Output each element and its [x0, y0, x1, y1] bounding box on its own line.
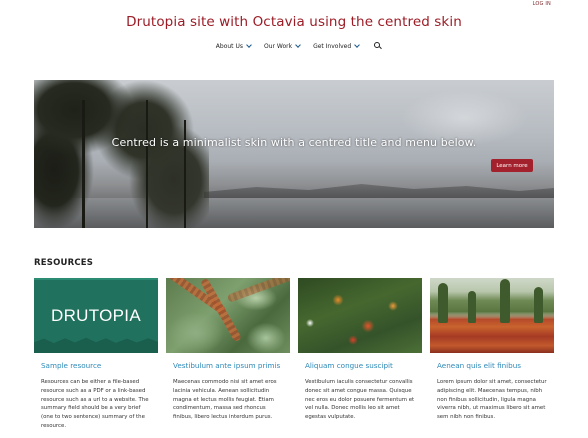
card-title-link[interactable]: Aenean quis elit finibus — [430, 361, 554, 370]
garden-tree — [438, 283, 448, 323]
garden-tree — [468, 291, 476, 323]
tree-trunk — [146, 100, 148, 228]
nav-item-label: Get Involved — [313, 42, 352, 50]
drutopia-logo-text: DRUTOPIA — [51, 306, 141, 325]
search-icon[interactable] — [374, 42, 382, 50]
hero-hills — [204, 184, 554, 200]
garden-tree — [534, 287, 543, 323]
logo-wave-shape — [34, 337, 158, 353]
resource-card[interactable]: Aenean quis elit finibus Lorem ipsum dol… — [430, 278, 554, 438]
fern-image[interactable] — [166, 278, 290, 353]
garden-tree — [500, 279, 510, 323]
chevron-down-icon — [354, 42, 361, 48]
fern-frond — [200, 278, 242, 343]
site-title[interactable]: Drutopia site with Octavia using the cen… — [0, 14, 588, 30]
card-title-link[interactable]: Vestibulum ante ipsum primis — [166, 361, 290, 370]
card-summary: Maecenas commodo nisi sit amet eros laci… — [173, 379, 277, 420]
card-title-link[interactable]: Sample resource — [34, 361, 158, 370]
nav-item-label: Our Work — [263, 42, 293, 50]
nav-item-get-involved[interactable]: Get Involved — [313, 42, 361, 50]
resource-card[interactable]: DRUTOPIA Sample resource Resources can b… — [34, 278, 158, 438]
tree-trunk — [82, 100, 85, 228]
card-summary: Vestibulum iaculis consectetur convallis… — [305, 379, 415, 420]
resource-card[interactable]: Aliquam congue suscipit Vestibulum iacul… — [298, 278, 422, 438]
chevron-down-icon — [295, 42, 301, 48]
resources-heading: RESOURCES — [34, 258, 94, 268]
garden-image[interactable] — [430, 278, 554, 353]
flowers-image[interactable] — [298, 278, 422, 353]
card-summary: Resources can be either a file-based res… — [41, 379, 149, 429]
nav-item-our-work[interactable]: Our Work — [263, 42, 301, 50]
resource-card[interactable]: Vestibulum ante ipsum primis Maecenas co… — [166, 278, 290, 438]
card-title-link[interactable]: Aliquam congue suscipit — [298, 361, 422, 370]
nav-item-label: About Us — [215, 42, 243, 50]
hero-trees — [34, 80, 209, 228]
hero-caption: Centred is a minimalist skin with a cent… — [111, 136, 477, 149]
login-link[interactable]: LOG IN — [533, 1, 551, 7]
fern-frond — [226, 278, 290, 303]
card-summary: Lorem ipsum dolor sit amet, consectetur … — [437, 379, 547, 420]
main-nav: About Us Our Work Get Involved — [0, 42, 588, 50]
drutopia-logo-image[interactable]: DRUTOPIA — [34, 278, 158, 353]
learn-more-button[interactable]: Learn more — [491, 159, 533, 172]
chevron-down-icon — [246, 42, 252, 48]
hero-banner: Centred is a minimalist skin with a cent… — [34, 80, 554, 228]
nav-item-about-us[interactable]: About Us — [215, 42, 252, 50]
